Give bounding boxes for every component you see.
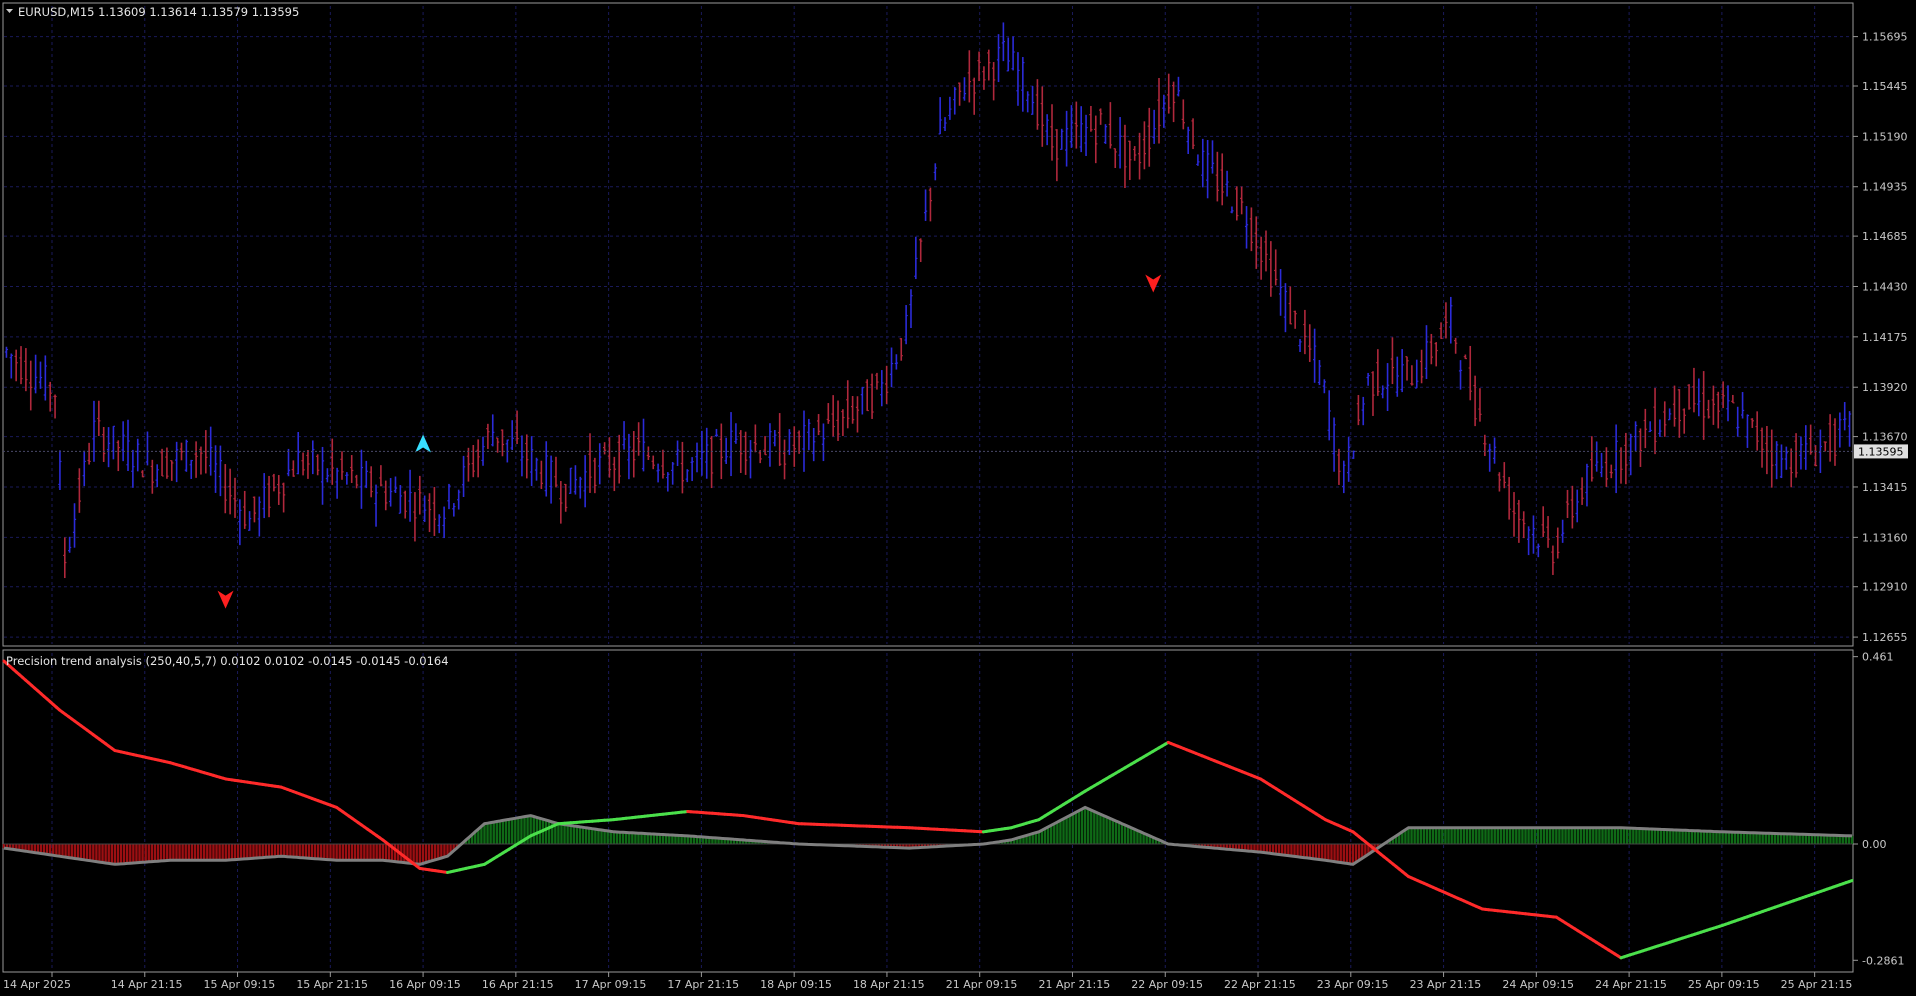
time-tick-label: 24 Apr 09:15 — [1502, 978, 1574, 991]
price-tick-label: 1.14935 — [1862, 181, 1908, 194]
current-price-label: 1.13595 — [1858, 445, 1904, 458]
price-tick-label: 1.15445 — [1862, 80, 1908, 93]
time-tick-label: 17 Apr 21:15 — [667, 978, 739, 991]
symbol-title: EURUSD,M15 1.13609 1.13614 1.13579 1.135… — [18, 5, 299, 19]
chart-canvas[interactable]: 1.15695 1.15445 1.15190 1.14935 1.14685 1.144… — [0, 0, 1916, 996]
price-tick-label: 1.13415 — [1862, 481, 1908, 494]
time-tick-label: 22 Apr 09:15 — [1131, 978, 1203, 991]
price-tick-label: 1.14175 — [1862, 331, 1908, 344]
price-tick-label: 1.14430 — [1862, 280, 1908, 293]
time-tick-label: 24 Apr 21:15 — [1595, 978, 1667, 991]
price-tick-label: 1.12655 — [1862, 631, 1908, 644]
indicator-title: Precision trend analysis (250,40,5,7) 0.… — [6, 654, 449, 668]
time-tick-label: 17 Apr 09:15 — [575, 978, 647, 991]
price-tick-label: 1.13920 — [1862, 381, 1908, 394]
time-tick-label: 23 Apr 09:15 — [1317, 978, 1389, 991]
price-tick-label: 1.13160 — [1862, 531, 1908, 544]
time-tick-label: 21 Apr 09:15 — [946, 978, 1018, 991]
time-tick-label: 15 Apr 09:15 — [204, 978, 276, 991]
trend-segment — [1847, 879, 1854, 884]
time-tick-label: 18 Apr 21:15 — [853, 978, 925, 991]
time-tick-label: 16 Apr 21:15 — [482, 978, 554, 991]
time-tick-label: 14 Apr 2025 — [3, 978, 71, 991]
indicator-tick-label: -0.2861 — [1862, 954, 1904, 967]
price-tick-label: 1.15190 — [1862, 130, 1908, 143]
time-tick-label: 15 Apr 21:15 — [296, 978, 368, 991]
time-tick-label: 25 Apr 21:15 — [1781, 978, 1853, 991]
time-tick-label: 14 Apr 21:15 — [111, 978, 183, 991]
time-tick-label: 16 Apr 09:15 — [389, 978, 461, 991]
time-tick-label: 25 Apr 09:15 — [1688, 978, 1760, 991]
time-tick-label: 22 Apr 21:15 — [1224, 978, 1296, 991]
price-tick-label: 1.12910 — [1862, 581, 1908, 594]
time-tick-label: 23 Apr 21:15 — [1410, 978, 1482, 991]
time-tick-label: 21 Apr 21:15 — [1038, 978, 1110, 991]
time-tick-label: 18 Apr 09:15 — [760, 978, 832, 991]
indicator-tick-label: 0.00 — [1862, 838, 1887, 851]
current-price-box: 1.13595 — [1854, 444, 1908, 459]
price-tick-label: 1.13670 — [1862, 431, 1908, 444]
price-tick-label: 1.14685 — [1862, 230, 1908, 243]
price-tick-label: 1.15695 — [1862, 31, 1908, 44]
indicator-tick-label: 0.461 — [1862, 651, 1894, 664]
